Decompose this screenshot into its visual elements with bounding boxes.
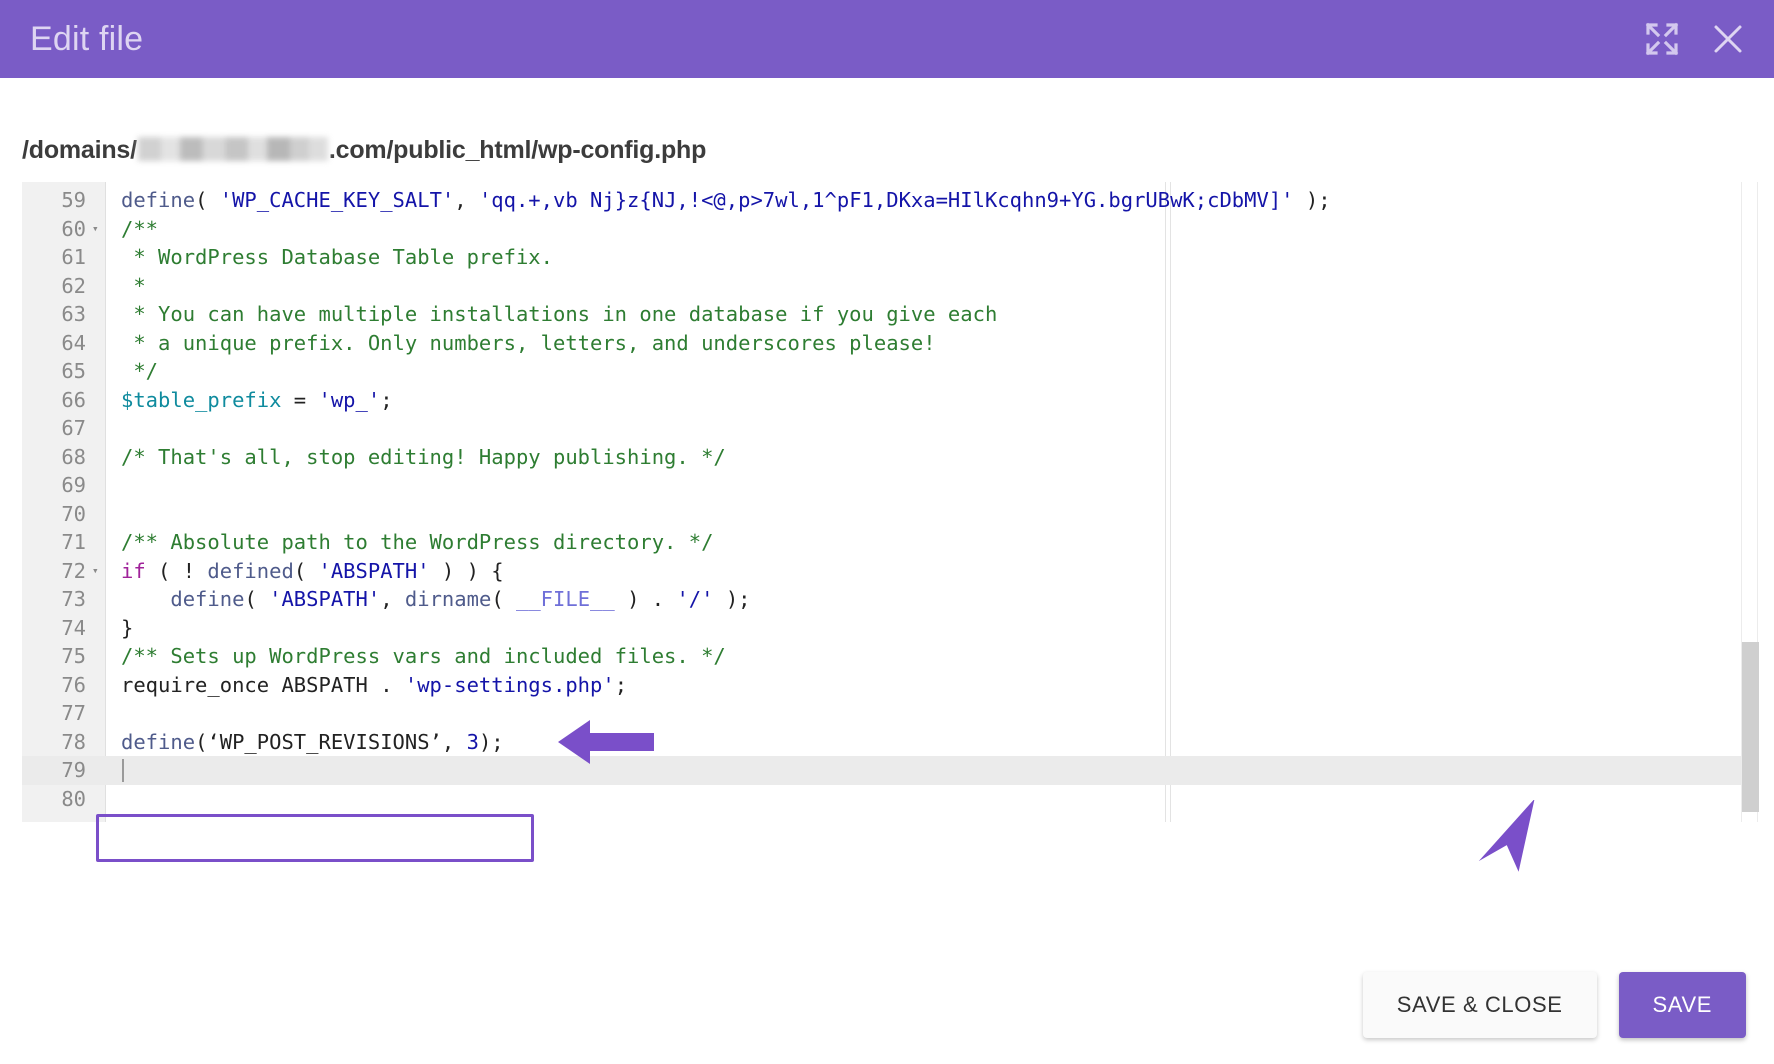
code-line[interactable]: 66 $table_prefix = 'wp_'; [22,386,1752,415]
line-number: 63 [61,302,86,327]
code-text: define( 'ABSPATH', dirname( __FILE__ ) .… [170,587,751,612]
code-text: * You can have multiple installations in… [121,302,998,327]
line-number: 66 [61,387,86,412]
code-text: require_once ABSPATH . 'wp-settings.php'… [121,672,628,697]
code-text: if ( ! defined( 'ABSPATH' ) ) { [121,558,504,583]
line-number: 70 [61,501,86,526]
code-line[interactable]: 63 * You can have multiple installations… [22,300,1752,329]
code-line[interactable]: 70 [22,500,1752,529]
line-number: 80 [61,786,86,811]
line-number: 62 [61,273,86,298]
file-path-breadcrumb: /domains/ .com/public_html/wp-config.php [22,134,706,165]
dialog-titlebar: Edit file [0,0,1774,78]
file-path-prefix: /domains/ [22,136,137,164]
line-number: 75 [61,644,86,669]
code-line[interactable]: 76 require_once ABSPATH . 'wp-settings.ph… [22,671,1752,700]
code-text: define(‘WP_POST_REVISIONS’, 3); [121,729,504,754]
code-text: * WordPress Database Table prefix. [121,245,553,270]
line-number: 68 [61,444,86,469]
code-line[interactable]: 79 [22,756,1752,785]
editor-scrollbar[interactable] [1741,182,1759,822]
fold-toggle-icon[interactable]: ▾ [92,215,104,244]
code-line[interactable]: 68 /* That's all, stop editing! Happy pub… [22,443,1752,472]
code-editor[interactable]: 59 define( 'WP_CACHE_KEY_SALT', 'qq.+,vb … [22,182,1752,822]
code-line[interactable]: 60 ▾ /** [22,215,1752,244]
code-line[interactable]: 72 ▾ if ( ! defined( 'ABSPATH' ) ) { [22,557,1752,586]
line-number: 74 [61,615,86,640]
code-line[interactable]: 67 [22,414,1752,443]
code-line[interactable]: 73 define( 'ABSPATH', dirname( __FILE__ … [22,585,1752,614]
code-line[interactable]: 74} [22,614,1752,643]
annotation-arrow-diagonal [1478,800,1535,872]
code-text: /* That's all, stop editing! Happy publi… [121,444,726,469]
code-text: /** Sets up WordPress vars and included … [121,644,726,669]
text-caret [122,759,124,782]
code-line[interactable]: 65 */ [22,357,1752,386]
fold-toggle-icon[interactable]: ▾ [92,557,104,586]
annotation-arrow-left [558,720,654,764]
code-text: */ [121,359,159,384]
titlebar-actions [1642,19,1748,59]
save-and-close-button[interactable]: SAVE & CLOSE [1362,972,1597,1038]
code-text: define( 'WP_CACHE_KEY_SALT', 'qq.+,vb Nj… [121,188,1331,213]
file-path-suffix: .com/public_html/wp-config.php [328,136,707,164]
code-line[interactable]: 75 /** Sets up WordPress vars and include… [22,642,1752,671]
code-lines[interactable]: 59 define( 'WP_CACHE_KEY_SALT', 'qq.+,vb … [22,186,1752,813]
line-number: 69 [61,473,86,498]
line-number: 78 [61,729,86,754]
line-number: 60 [61,216,86,241]
code-line[interactable]: 71 /** Absolute path to the WordPress dir… [22,528,1752,557]
code-line[interactable]: 59 define( 'WP_CACHE_KEY_SALT', 'qq.+,vb … [22,186,1752,215]
dialog-title: Edit file [30,19,144,58]
save-button[interactable]: SAVE [1618,972,1746,1038]
code-line[interactable]: 61 * WordPress Database Table prefix. [22,243,1752,272]
line-number: 72 [61,558,86,583]
dialog-footer: SAVE & CLOSE SAVE [1362,972,1746,1038]
line-number: 59 [61,188,86,213]
editor-scrollbar-thumb[interactable] [1742,642,1759,812]
code-line[interactable]: 69 [22,471,1752,500]
line-number: 73 [61,587,86,612]
code-line[interactable]: 62 * [22,272,1752,301]
expand-icon[interactable] [1642,19,1682,59]
code-line[interactable]: 64 * a unique prefix. Only numbers, lett… [22,329,1752,358]
code-text: $table_prefix = 'wp_'; [121,387,393,412]
line-number: 76 [61,672,86,697]
redacted-domain [137,137,328,161]
line-number: 65 [61,359,86,384]
code-text: /** [121,216,159,241]
code-text: } [121,615,134,640]
line-number: 77 [61,701,86,726]
code-line[interactable]: 77 [22,699,1752,728]
code-text: * a unique prefix. Only numbers, letters… [121,330,936,355]
code-text: /** Absolute path to the WordPress direc… [121,530,714,555]
line-number: 61 [61,245,86,270]
line-number: 67 [61,416,86,441]
close-icon[interactable] [1708,19,1748,59]
line-number: 71 [61,530,86,555]
line-number: 79 [61,758,86,783]
code-text: * [121,273,146,298]
line-number: 64 [61,330,86,355]
code-line[interactable]: 78 define(‘WP_POST_REVISIONS’, 3); [22,728,1752,757]
